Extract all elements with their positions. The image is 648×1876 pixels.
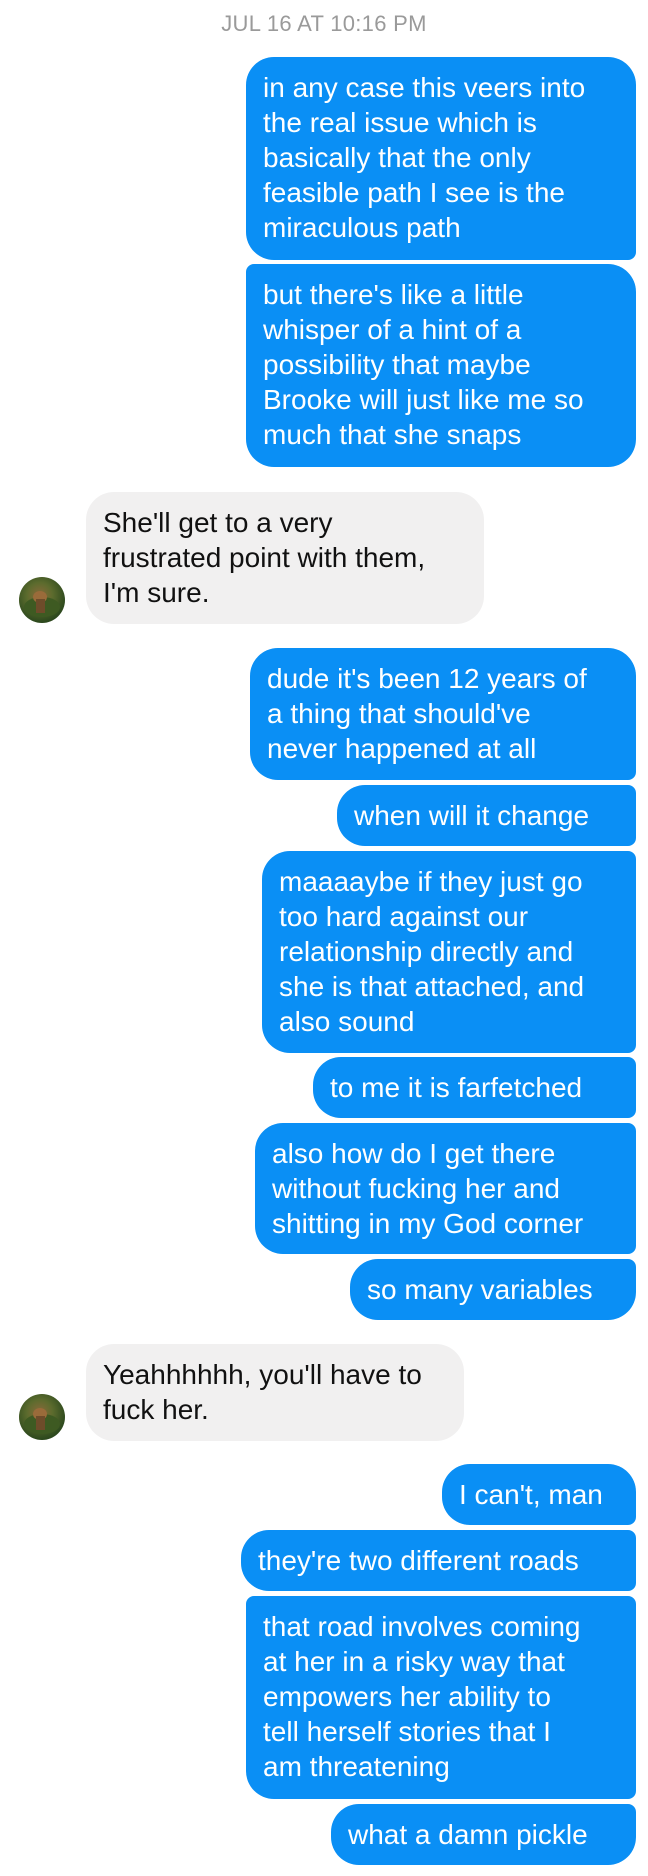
message-bubble-outgoing[interactable]: to me it is farfetched <box>313 1057 636 1118</box>
contact-avatar-icon[interactable] <box>19 1394 65 1440</box>
message-bubble-outgoing[interactable]: maaaaybe if they just go too hard agains… <box>262 851 636 1053</box>
message-bubble-outgoing[interactable]: that road involves coming at her in a ri… <box>246 1596 636 1799</box>
message-bubble-outgoing[interactable]: what a damn pickle <box>331 1804 636 1865</box>
message-bubble-outgoing[interactable]: I can't, man <box>442 1464 636 1525</box>
contact-avatar-icon[interactable] <box>19 577 65 623</box>
message-bubble-outgoing[interactable]: in any case this veers into the real iss… <box>246 57 636 260</box>
message-bubble-outgoing[interactable]: when will it change <box>337 785 636 846</box>
message-bubble-outgoing[interactable]: so many variables <box>350 1259 636 1320</box>
message-bubble-outgoing[interactable]: dude it's been 12 years of a thing that … <box>250 648 636 780</box>
message-bubble-outgoing[interactable]: they're two different roads <box>241 1530 636 1591</box>
message-bubble-incoming[interactable]: Yeahhhhhh, you'll have to fuck her. <box>86 1344 464 1441</box>
message-bubble-incoming[interactable]: She'll get to a very frustrated point wi… <box>86 492 484 624</box>
message-bubble-outgoing[interactable]: also how do I get there without fucking … <box>255 1123 636 1254</box>
message-bubble-outgoing[interactable]: but there's like a little whisper of a h… <box>246 264 636 467</box>
thread-timestamp: JUL 16 AT 10:16 PM <box>221 11 427 36</box>
